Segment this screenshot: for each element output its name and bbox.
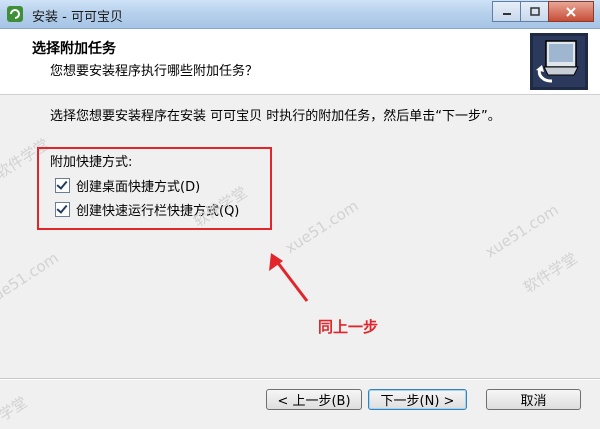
highlight-box: [37, 147, 272, 230]
annotation-text: 同上一步: [318, 318, 379, 336]
window-title: 安装 - 可可宝贝: [32, 10, 123, 25]
maximize-button[interactable]: [520, 1, 548, 22]
minimize-icon: [502, 12, 511, 15]
installer-window: 安装 - 可可宝贝 选择附加任务 您想要安装程序执行哪些附加任务？ 选择您想要安…: [0, 0, 600, 429]
wizard-header: 选择附加任务 您想要安装程序执行哪些附加任务？: [0, 29, 600, 95]
close-button[interactable]: [548, 1, 594, 22]
next-button[interactable]: 下一步(N) >: [368, 389, 467, 410]
app-icon: [7, 6, 23, 22]
footer-divider: [0, 378, 600, 380]
page-subtitle: 您想要安装程序执行哪些附加任务？: [50, 64, 259, 79]
minimize-button[interactable]: [492, 1, 520, 22]
title-bar[interactable]: 安装 - 可可宝贝: [0, 0, 600, 29]
back-button[interactable]: < 上一步(B): [266, 389, 362, 410]
window-controls: [492, 1, 594, 22]
maximize-icon: [529, 6, 540, 16]
cancel-button[interactable]: 取消: [486, 389, 581, 410]
installer-computer-icon: [530, 33, 588, 90]
close-icon: [566, 6, 576, 17]
page-title: 选择附加任务: [32, 41, 116, 57]
task-description: 选择您想要安装程序在安装 可可宝贝 时执行的附加任务，然后单击“下一步”。: [50, 109, 501, 124]
watermark-brand: 软件学堂: [0, 393, 31, 429]
